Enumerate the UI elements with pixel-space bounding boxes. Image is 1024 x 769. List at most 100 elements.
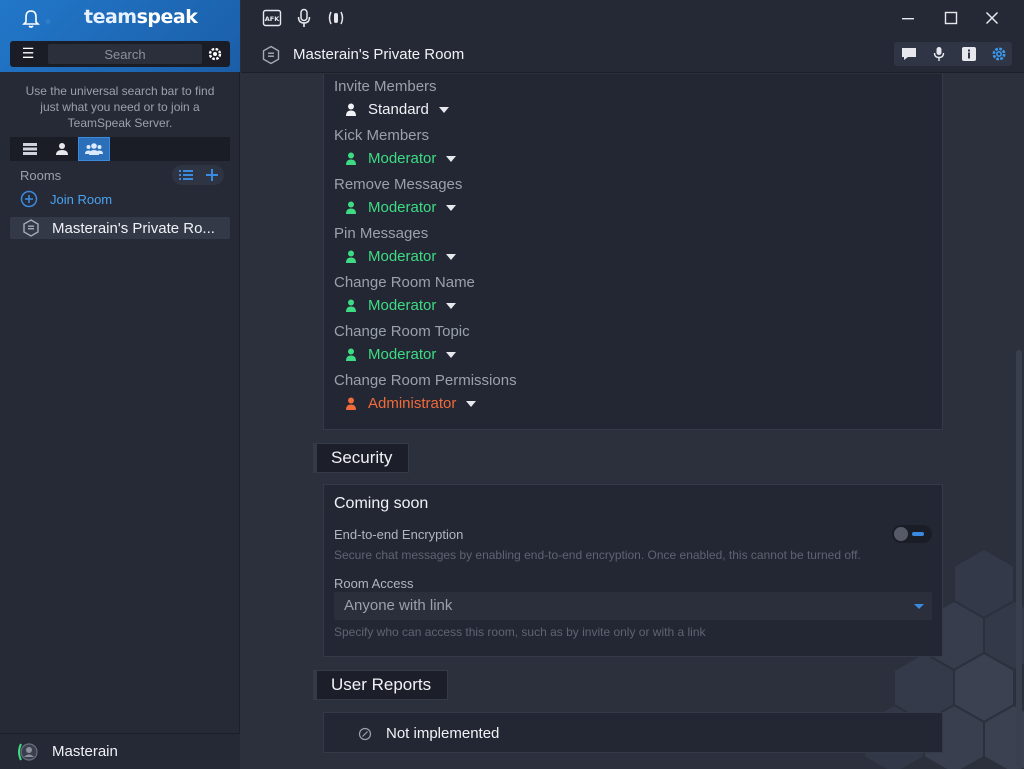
sidebar-header: teamspeak ☰	[0, 0, 240, 72]
role-user-icon	[346, 299, 356, 312]
room-access-value: Anyone with link	[344, 597, 453, 614]
teamspeak-logo: teamspeak	[84, 6, 198, 28]
room-name: Masterain's Private Ro...	[52, 219, 215, 237]
group-icon	[85, 143, 103, 155]
scrollbar[interactable]	[1016, 350, 1022, 769]
microphone-icon[interactable]	[294, 8, 314, 28]
room-toolbar	[894, 42, 1012, 66]
permission-label: Pin Messages	[334, 225, 429, 242]
permission-label: Remove Messages	[334, 176, 463, 193]
role-user-icon	[346, 103, 356, 116]
afk-label: AFK	[265, 15, 280, 23]
permission-role: Moderator	[368, 150, 437, 167]
permission-role-dropdown[interactable]: Moderator	[346, 150, 457, 167]
room-access-description: Specify who can access this room, such a…	[334, 625, 706, 639]
role-user-icon	[346, 250, 356, 263]
caret-down-icon	[446, 302, 457, 309]
menu-icon[interactable]: ☰	[10, 41, 46, 67]
chevron-down-icon	[914, 604, 924, 609]
blocked-icon	[358, 727, 372, 740]
sidebar: teamspeak ☰ Use the universal search bar…	[0, 0, 240, 769]
user-name: Masterain	[52, 743, 118, 760]
join-room-link[interactable]: Join Room	[20, 190, 112, 208]
permission-role: Moderator	[368, 199, 437, 216]
permission-role-dropdown[interactable]: Moderator	[346, 346, 457, 363]
server-icon	[23, 143, 37, 155]
not-implemented-notice: Not implemented	[358, 725, 499, 742]
speaker-icon[interactable]	[326, 8, 346, 28]
sidebar-tabs	[10, 137, 230, 161]
coming-soon-title: Coming soon	[334, 495, 429, 512]
room-header: Masterain's Private Room	[241, 36, 1024, 73]
security-panel: Coming soon End-to-end Encryption Secure…	[323, 484, 943, 657]
e2e-toggle[interactable]	[892, 525, 932, 543]
permission-role-dropdown[interactable]: Administrator	[346, 395, 477, 412]
role-user-icon	[346, 201, 356, 214]
permission-role: Moderator	[368, 248, 437, 265]
gear-icon[interactable]	[206, 45, 224, 63]
maximize-icon[interactable]	[941, 8, 961, 28]
plus-icon[interactable]	[205, 169, 218, 181]
permission-role-dropdown[interactable]: Moderator	[346, 297, 457, 314]
settings-content[interactable]: Invite Members Standard Kick Members Modera…	[241, 74, 1024, 769]
permission-role: Standard	[368, 101, 429, 118]
search-input[interactable]	[48, 44, 202, 64]
user-footer[interactable]: Masterain	[0, 733, 240, 769]
title-bar: AFK	[241, 0, 1024, 36]
toggle-bar	[912, 532, 924, 536]
role-user-icon	[346, 152, 356, 165]
search-hint: Use the universal search bar to find jus…	[25, 84, 215, 130]
sidebar-item-room[interactable]: Masterain's Private Ro...	[10, 217, 230, 239]
not-implemented-text: Not implemented	[386, 725, 500, 742]
permission-role: Moderator	[368, 297, 437, 314]
toggle-knob	[894, 527, 908, 541]
tab-contacts[interactable]	[46, 137, 78, 161]
room-hex-icon	[23, 219, 39, 237]
room-access-select[interactable]: Anyone with link	[334, 592, 932, 620]
caret-down-icon	[438, 106, 449, 113]
room-access-label: Room Access	[334, 576, 414, 591]
avatar	[18, 742, 38, 761]
settings-gear-icon[interactable]	[990, 45, 1008, 63]
room-hex-icon	[262, 45, 280, 65]
permission-role-dropdown[interactable]: Standard	[346, 101, 449, 118]
permission-role: Moderator	[368, 346, 437, 363]
minimize-icon[interactable]	[898, 8, 918, 28]
permission-label: Change Room Name	[334, 274, 475, 291]
caret-down-icon	[466, 400, 477, 407]
permissions-panel: Invite Members Standard Kick Members Modera…	[323, 74, 943, 430]
page-title: Masterain's Private Room	[293, 46, 465, 63]
user-icon	[56, 143, 68, 155]
add-circle-icon	[20, 190, 38, 208]
caret-down-icon	[446, 204, 457, 211]
caret-down-icon	[446, 253, 457, 260]
chat-icon[interactable]	[900, 45, 918, 63]
role-user-icon	[346, 348, 356, 361]
security-heading: Security	[313, 443, 410, 473]
list-icon[interactable]	[178, 169, 193, 181]
permission-label: Invite Members	[334, 78, 437, 95]
info-icon[interactable]	[960, 45, 978, 63]
tab-servers[interactable]	[14, 137, 46, 161]
permission-role: Administrator	[368, 395, 457, 412]
permission-role-dropdown[interactable]: Moderator	[346, 248, 457, 265]
e2e-label: End-to-end Encryption	[334, 527, 464, 542]
permission-role-dropdown[interactable]: Moderator	[346, 199, 457, 216]
permission-label: Change Room Permissions	[334, 372, 517, 389]
join-room-label: Join Room	[50, 191, 113, 207]
bell-icon[interactable]	[20, 8, 42, 30]
search-bar: ☰	[10, 41, 230, 67]
role-user-icon	[346, 397, 356, 410]
permission-label: Kick Members	[334, 127, 430, 144]
afk-icon[interactable]: AFK	[262, 8, 282, 28]
e2e-description: Secure chat messages by enabling end-to-…	[334, 548, 861, 562]
rooms-heading: Rooms	[20, 168, 62, 183]
close-icon[interactable]	[982, 8, 1002, 28]
caret-down-icon	[446, 155, 457, 162]
user-reports-panel: Not implemented	[323, 712, 943, 753]
permission-label: Change Room Topic	[334, 323, 470, 340]
microphone-small-icon[interactable]	[930, 45, 948, 63]
caret-down-icon	[446, 351, 457, 358]
tab-rooms[interactable]	[78, 137, 110, 161]
rooms-actions	[172, 165, 224, 185]
